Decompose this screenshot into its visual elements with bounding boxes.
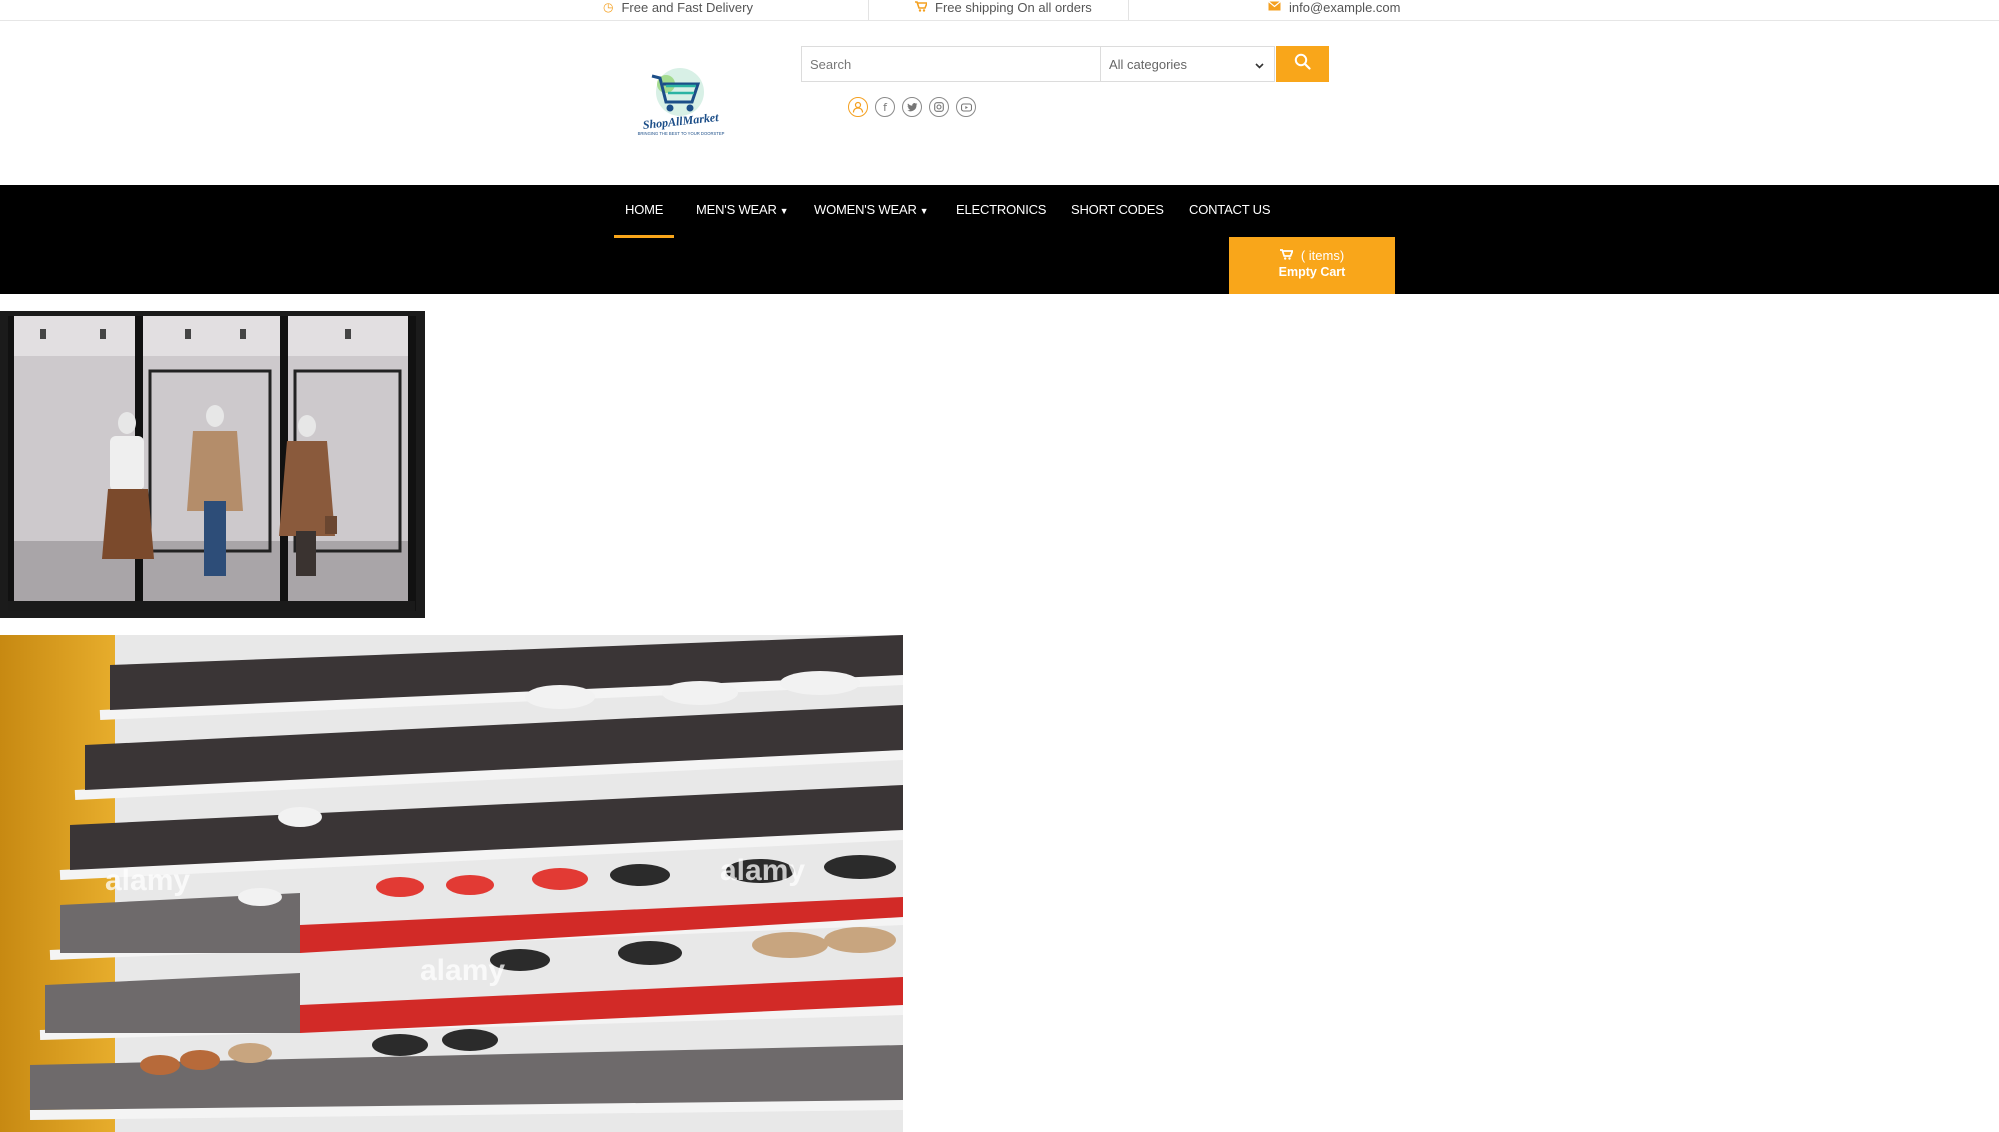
category-select[interactable]: All categories <box>1100 46 1275 82</box>
search-input[interactable] <box>801 46 1101 82</box>
facebook-icon[interactable]: f <box>875 97 895 117</box>
divider <box>868 0 869 20</box>
watermark-text: alamy <box>720 854 805 887</box>
nav-item-short-codes[interactable]: SHORT CODES <box>1071 202 1164 217</box>
site-logo[interactable]: ShopAllMarket BRINGING THE BEST TO YOUR … <box>636 62 726 142</box>
nav-item-label: SHORT CODES <box>1071 202 1164 217</box>
search-icon <box>1294 53 1311 75</box>
search-bar: All categories <box>801 46 1329 84</box>
instagram-icon[interactable] <box>929 97 949 117</box>
nav-item-electronics[interactable]: ELECTRONICS <box>956 202 1046 217</box>
email-info[interactable]: info@example.com <box>1268 0 1400 18</box>
category-select-value: All categories <box>1109 56 1188 72</box>
logo-tagline: BRINGING THE BEST TO YOUR DOORSTEP <box>638 131 725 136</box>
youtube-icon[interactable] <box>956 97 976 117</box>
email-link[interactable]: info@example.com <box>1289 0 1400 15</box>
caret-down-icon: ▼ <box>779 206 789 216</box>
nav-item-label: WOMEN'S WEAR <box>814 202 917 217</box>
social-links: f <box>848 97 976 117</box>
clock-icon: ◷ <box>603 0 614 14</box>
cart-icon <box>1279 248 1294 263</box>
search-button[interactable] <box>1276 46 1329 82</box>
watermark-text: alamy <box>420 954 505 987</box>
user-icon[interactable] <box>848 97 868 117</box>
cart-icon <box>915 0 929 14</box>
cart-items-count: ( items) <box>1300 248 1345 263</box>
nav-item-mens-wear[interactable]: MEN'S WEAR ▼ <box>696 202 789 217</box>
delivery-text: Free and Fast Delivery <box>621 0 753 15</box>
nav-item-label: MEN'S WEAR <box>696 202 777 217</box>
twitter-icon[interactable] <box>902 97 922 117</box>
chevron-down-icon <box>1255 57 1264 72</box>
cart-status: Empty Cart <box>1278 265 1346 279</box>
shipping-info: Free shipping On all orders <box>915 0 1092 18</box>
shipping-text: Free shipping On all orders <box>935 0 1092 15</box>
active-indicator <box>614 235 674 238</box>
nav-item-womens-wear[interactable]: WOMEN'S WEAR ▼ <box>814 202 929 217</box>
caret-down-icon: ▼ <box>919 206 929 216</box>
nav-item-label: ELECTRONICS <box>956 202 1047 217</box>
nav-item-label: HOME <box>625 202 664 217</box>
storefront-mannequins-image <box>0 311 425 618</box>
divider <box>1128 0 1129 20</box>
nav-item-contact-us[interactable]: CONTACT US <box>1189 202 1271 217</box>
cart-button[interactable]: ( items) Empty Cart <box>1229 237 1395 294</box>
logo-text: ShopAllMarket <box>642 110 720 132</box>
main-navigation: HOME MEN'S WEAR ▼ WOMEN'S WEAR ▼ ELECTRONI… <box>0 185 1999 294</box>
nav-item-home[interactable]: HOME <box>625 202 663 217</box>
watermark-text: alamy <box>105 864 190 897</box>
nav-item-label: CONTACT US <box>1189 202 1271 217</box>
shoe-shelves-image: alamy alamy alamy <box>0 635 903 1132</box>
top-info-bar: ◷ Free and Fast Delivery Free shipping O… <box>0 0 1999 21</box>
delivery-info: ◷ Free and Fast Delivery <box>603 0 753 18</box>
mail-icon <box>1268 1 1281 13</box>
